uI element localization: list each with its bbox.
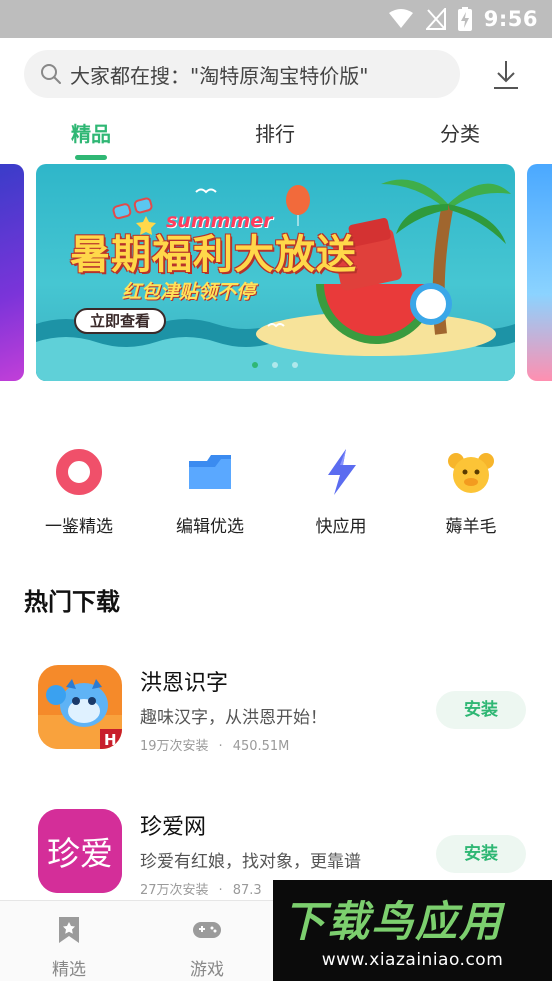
folder-icon [189, 455, 231, 489]
app-meta: 19万次安装 · 450.51M [140, 735, 289, 754]
carousel-dot[interactable] [252, 362, 258, 368]
no-signal-icon [425, 8, 446, 30]
wifi-icon [388, 9, 413, 28]
nav-featured[interactable]: 精选 [0, 901, 138, 981]
gamepad-icon [193, 922, 221, 938]
carousel-dot[interactable] [292, 362, 298, 368]
meta-separator: · [218, 739, 223, 754]
app-icon-text: 珍爱 [47, 834, 113, 873]
clock: 9:56 [483, 7, 538, 31]
banner-headline: 暑期福利大放送 [70, 232, 357, 278]
battery-charging-icon [457, 7, 472, 31]
tab-indicator [75, 155, 107, 160]
app-icon[interactable]: H [38, 665, 122, 749]
tab-featured[interactable]: 精品 [31, 118, 151, 147]
app-meta: 27万次安装 · 87.3 [140, 879, 262, 898]
app-icon[interactable]: 珍爱 [38, 809, 122, 893]
promo-banner[interactable]: summmer 暑期福利大放送 红包津贴领不停 立即查看 [36, 164, 515, 381]
meta-separator: · [218, 883, 223, 898]
section-title: 热门下载 [24, 588, 120, 616]
app-list-item[interactable]: H 洪恩识字 趣味汉字，从洪恩开始！ 19万次安装 · 450.51M 安装 [0, 665, 552, 765]
app-store-home: 9:56 大家都在搜："淘特原淘宝特价版" 精品 排行 分类 summmer 暑… [0, 0, 552, 981]
shortcut-yijian[interactable]: 一鉴精选 [14, 447, 144, 537]
install-button[interactable]: 安装 [436, 691, 526, 729]
shortcut-quick-app[interactable]: 快应用 [276, 447, 406, 537]
shortcut-editor-pick[interactable]: 编辑优选 [145, 447, 275, 537]
banner-cta-button[interactable]: 立即查看 [74, 308, 167, 334]
carousel-dot[interactable] [272, 362, 278, 368]
sheep-icon [448, 453, 494, 493]
banner-subtitle: 红包津贴领不停 [122, 281, 256, 303]
app-description: 趣味汉字，从洪恩开始！ [140, 708, 327, 728]
download-icon[interactable] [488, 58, 524, 92]
shortcut-label: 快应用 [315, 517, 367, 537]
nav-label: 游戏 [190, 960, 224, 980]
install-count: 19万次安装 [140, 739, 209, 754]
watermark: 下载鸟应用 www.xiazainiao.com [273, 880, 552, 981]
tiger-icon: H [38, 665, 122, 749]
status-bar: 9:56 [0, 0, 552, 38]
bookmark-star-icon [59, 917, 79, 943]
tab-category[interactable]: 分类 [400, 118, 520, 147]
nav-games[interactable]: 游戏 [138, 901, 276, 981]
nav-label: 精选 [52, 960, 86, 980]
search-icon [41, 64, 61, 84]
watermark-url: www.xiazainiao.com [321, 950, 504, 970]
app-name: 珍爱网 [140, 815, 207, 840]
search-bar[interactable]: 大家都在搜："淘特原淘宝特价版" [24, 50, 460, 98]
shortcut-label: 一鉴精选 [45, 517, 113, 537]
banner-prev-peek[interactable] [0, 164, 24, 381]
app-name: 洪恩识字 [140, 671, 229, 696]
app-description: 珍爱有红娘，找对象，更靠谱 [140, 852, 361, 872]
shortcut-label: 薅羊毛 [445, 517, 497, 537]
shortcut-wool[interactable]: 薅羊毛 [406, 447, 536, 537]
carousel-dots [252, 362, 298, 368]
app-size: 450.51M [232, 739, 290, 754]
tab-ranking[interactable]: 排行 [215, 118, 335, 147]
ring-icon [56, 449, 102, 495]
banner-next-peek[interactable] [527, 164, 552, 381]
lightning-icon [328, 449, 356, 495]
shortcut-label: 编辑优选 [176, 517, 244, 537]
install-button[interactable]: 安装 [436, 835, 526, 873]
svg-text:H: H [104, 731, 117, 749]
app-size: 87.3 [232, 883, 262, 898]
install-count: 27万次安装 [140, 883, 209, 898]
watermark-title: 下载鸟应用 [283, 897, 504, 946]
search-hint: 大家都在搜："淘特原淘宝特价版" [70, 63, 369, 88]
